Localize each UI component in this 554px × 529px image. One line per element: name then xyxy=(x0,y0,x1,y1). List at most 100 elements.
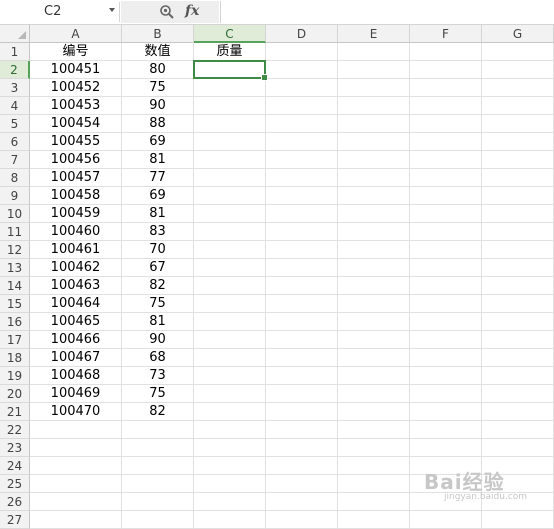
cell-b13[interactable]: 67 xyxy=(122,259,194,277)
cell-b1[interactable]: 数值 xyxy=(122,43,194,61)
zoom-icon[interactable] xyxy=(159,4,175,20)
cell-d23[interactable] xyxy=(266,439,338,457)
cell-b24[interactable] xyxy=(122,457,194,475)
cell-e26[interactable] xyxy=(338,493,410,511)
cell-a19[interactable]: 100468 xyxy=(30,367,122,385)
cell-e20[interactable] xyxy=(338,385,410,403)
cell-g23[interactable] xyxy=(482,439,554,457)
row-header-24[interactable]: 24 xyxy=(0,457,30,475)
cell-e12[interactable] xyxy=(338,241,410,259)
cell-e16[interactable] xyxy=(338,313,410,331)
row-header-6[interactable]: 6 xyxy=(0,133,30,151)
cell-c16[interactable] xyxy=(194,313,266,331)
row-header-18[interactable]: 18 xyxy=(0,349,30,367)
cell-e14[interactable] xyxy=(338,277,410,295)
cell-g14[interactable] xyxy=(482,277,554,295)
cell-d22[interactable] xyxy=(266,421,338,439)
cell-b17[interactable]: 90 xyxy=(122,331,194,349)
cell-f8[interactable] xyxy=(410,169,482,187)
cell-c24[interactable] xyxy=(194,457,266,475)
row-header-27[interactable]: 27 xyxy=(0,511,30,529)
row-header-7[interactable]: 7 xyxy=(0,151,30,169)
cell-g7[interactable] xyxy=(482,151,554,169)
cell-c25[interactable] xyxy=(194,475,266,493)
row-header-4[interactable]: 4 xyxy=(0,97,30,115)
row-header-2[interactable]: 2 xyxy=(0,61,30,79)
cell-g13[interactable] xyxy=(482,259,554,277)
cell-d3[interactable] xyxy=(266,79,338,97)
cell-e7[interactable] xyxy=(338,151,410,169)
select-all-button[interactable] xyxy=(0,25,30,43)
cell-b3[interactable]: 75 xyxy=(122,79,194,97)
cell-c5[interactable] xyxy=(194,115,266,133)
cell-a16[interactable]: 100465 xyxy=(30,313,122,331)
cell-g21[interactable] xyxy=(482,403,554,421)
cell-e6[interactable] xyxy=(338,133,410,151)
cell-b21[interactable]: 82 xyxy=(122,403,194,421)
row-header-16[interactable]: 16 xyxy=(0,313,30,331)
cell-g27[interactable] xyxy=(482,511,554,529)
row-header-21[interactable]: 21 xyxy=(0,403,30,421)
row-header-15[interactable]: 15 xyxy=(0,295,30,313)
cell-c12[interactable] xyxy=(194,241,266,259)
cell-f14[interactable] xyxy=(410,277,482,295)
row-header-14[interactable]: 14 xyxy=(0,277,30,295)
cell-a27[interactable] xyxy=(30,511,122,529)
row-header-12[interactable]: 12 xyxy=(0,241,30,259)
cell-g18[interactable] xyxy=(482,349,554,367)
cell-e1[interactable] xyxy=(338,43,410,61)
fill-handle[interactable] xyxy=(261,74,268,81)
cell-c13[interactable] xyxy=(194,259,266,277)
cell-a21[interactable]: 100470 xyxy=(30,403,122,421)
cell-e10[interactable] xyxy=(338,205,410,223)
cell-d7[interactable] xyxy=(266,151,338,169)
cell-a7[interactable]: 100456 xyxy=(30,151,122,169)
cell-b8[interactable]: 77 xyxy=(122,169,194,187)
column-header-d[interactable]: D xyxy=(266,25,338,43)
cell-b16[interactable]: 81 xyxy=(122,313,194,331)
cell-b4[interactable]: 90 xyxy=(122,97,194,115)
row-header-9[interactable]: 9 xyxy=(0,187,30,205)
cell-f22[interactable] xyxy=(410,421,482,439)
cell-d26[interactable] xyxy=(266,493,338,511)
cell-b11[interactable]: 83 xyxy=(122,223,194,241)
cell-f6[interactable] xyxy=(410,133,482,151)
cell-a14[interactable]: 100463 xyxy=(30,277,122,295)
active-cell-selection[interactable] xyxy=(193,60,268,81)
cell-g5[interactable] xyxy=(482,115,554,133)
cell-g20[interactable] xyxy=(482,385,554,403)
cell-a8[interactable]: 100457 xyxy=(30,169,122,187)
cell-b10[interactable]: 81 xyxy=(122,205,194,223)
column-header-e[interactable]: E xyxy=(338,25,410,43)
cell-b5[interactable]: 88 xyxy=(122,115,194,133)
row-header-23[interactable]: 23 xyxy=(0,439,30,457)
cell-a3[interactable]: 100452 xyxy=(30,79,122,97)
cell-c4[interactable] xyxy=(194,97,266,115)
cell-a24[interactable] xyxy=(30,457,122,475)
cell-a4[interactable]: 100453 xyxy=(30,97,122,115)
cell-b12[interactable]: 70 xyxy=(122,241,194,259)
cell-d10[interactable] xyxy=(266,205,338,223)
cell-g12[interactable] xyxy=(482,241,554,259)
cell-f5[interactable] xyxy=(410,115,482,133)
cell-g22[interactable] xyxy=(482,421,554,439)
cell-e9[interactable] xyxy=(338,187,410,205)
cell-e18[interactable] xyxy=(338,349,410,367)
cell-g10[interactable] xyxy=(482,205,554,223)
cell-a15[interactable]: 100464 xyxy=(30,295,122,313)
cell-b25[interactable] xyxy=(122,475,194,493)
cell-f19[interactable] xyxy=(410,367,482,385)
cell-b9[interactable]: 69 xyxy=(122,187,194,205)
cell-f11[interactable] xyxy=(410,223,482,241)
cell-g2[interactable] xyxy=(482,61,554,79)
cell-c1[interactable]: 质量 xyxy=(194,43,266,61)
row-header-10[interactable]: 10 xyxy=(0,205,30,223)
cell-f16[interactable] xyxy=(410,313,482,331)
row-header-17[interactable]: 17 xyxy=(0,331,30,349)
cell-b26[interactable] xyxy=(122,493,194,511)
cell-d2[interactable] xyxy=(266,61,338,79)
cell-b22[interactable] xyxy=(122,421,194,439)
cell-b20[interactable]: 75 xyxy=(122,385,194,403)
cell-e3[interactable] xyxy=(338,79,410,97)
cell-b6[interactable]: 69 xyxy=(122,133,194,151)
